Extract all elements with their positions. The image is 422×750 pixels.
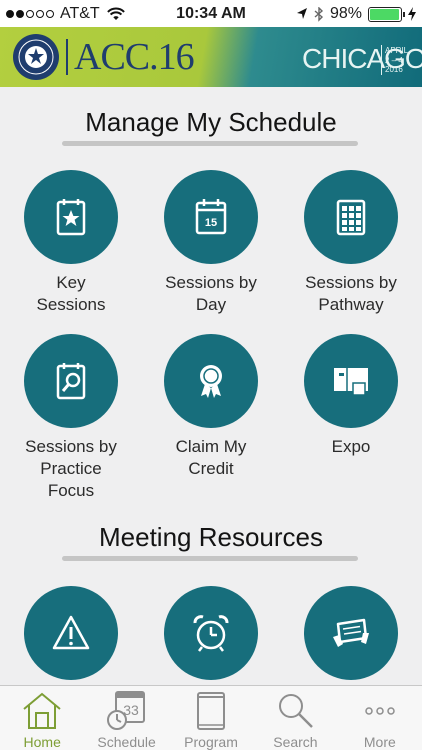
resources-section-title: Meeting Resources [99,522,323,552]
resources-section-rule [62,556,358,561]
claim-my-credit-tile[interactable]: Claim My Credit [141,334,281,480]
sessions-by-pathway-tile[interactable]: Sessions by Pathway [281,170,421,316]
tab-program[interactable]: Program [169,686,253,750]
hands-sign-icon [304,586,398,680]
home-icon [23,692,61,729]
tile-label: Claim My Credit [175,437,247,478]
tile-label: Sessions by Day [165,273,257,314]
tile-label: Expo [331,437,371,456]
tab-label: More [363,734,396,750]
alarm-clock-icon [164,586,258,680]
bluetooth-icon [314,6,323,22]
schedule-section-rule [62,141,358,146]
sessions-by-practice-focus-tile[interactable]: Sessions by Practice Focus [1,334,141,502]
charging-icon [408,7,416,21]
svg-text:15: 15 [205,217,217,229]
tab-label: Home [23,734,61,750]
expo-booth-icon [304,334,398,428]
tab-label: Schedule [97,734,156,750]
calendar-clock-icon: 33 [106,691,145,730]
grid-calendar-icon [304,170,398,264]
tab-schedule[interactable]: 33 Schedule [84,686,168,750]
award-ribbon-icon [164,334,258,428]
search-icon [279,694,314,728]
tab-home[interactable]: Home [0,686,84,750]
location-icon [296,8,307,19]
book-icon [197,692,226,730]
tab-label: Program [184,734,238,750]
event-name: ACC.16 [74,36,195,78]
resource-tile-alerts[interactable] [1,586,141,680]
tab-more[interactable]: More [338,686,422,750]
tab-label: Search [273,734,318,750]
tile-label: Sessions by Practice Focus [25,437,117,500]
magnifier-calendar-icon [24,334,118,428]
resource-tile-hands[interactable] [281,586,421,680]
tab-bar: Home 33 Schedule Program Search More [0,685,422,750]
event-dates: APRIL 2 – 4 2016 [385,46,409,74]
schedule-section-title: Manage My Schedule [85,107,337,137]
expo-tile[interactable]: Expo [281,334,421,458]
event-banner: ACC.16 CHICAGO APRIL 2 – 4 2016 [0,27,422,87]
acc-seal-logo [13,34,59,80]
tile-label: Key Sessions [36,273,106,314]
status-bar: AT&T 10:34 AM 98% [0,0,422,27]
status-right: 98% [296,5,416,23]
tab-search[interactable]: Search [253,686,337,750]
sessions-by-day-tile[interactable]: 15 Sessions by Day [141,170,281,316]
resource-tile-reminders[interactable] [141,586,281,680]
warning-icon [24,586,118,680]
key-sessions-tile[interactable]: Key Sessions [1,170,141,316]
tile-label: Sessions by Pathway [305,273,397,314]
banner-divider [66,39,68,75]
star-calendar-icon [24,170,118,264]
city-divider [381,45,382,75]
battery-icon [368,6,405,22]
calendar-day-icon: 15 [164,170,258,264]
more-icon [365,707,395,715]
battery-percent: 98% [329,5,362,22]
